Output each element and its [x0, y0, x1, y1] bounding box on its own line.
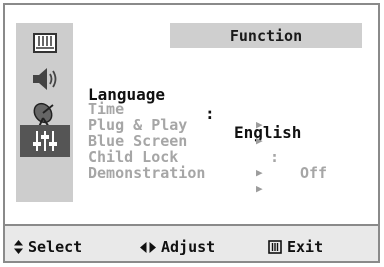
select-hint-label: Select: [28, 238, 83, 256]
blue-screen-value: Off: [300, 164, 328, 182]
picture-menu-tab[interactable]: [20, 27, 70, 59]
submenu-arrow-icon: ▶: [256, 182, 263, 195]
menu-item-plug-and-play[interactable]: Plug & Play ▶: [88, 101, 358, 147]
left-right-arrow-icon: [140, 241, 156, 253]
adjust-hint-label: Adjust: [161, 238, 216, 256]
up-down-arrow-icon: [14, 240, 23, 254]
menu-item-demonstration[interactable]: Demonstration ▶: [88, 149, 358, 195]
exit-hint-label: Exit: [287, 238, 324, 256]
picture-icon: [33, 33, 57, 53]
function-menu-list: Language : English Time ▶ Plug & Play ▶ …: [88, 66, 358, 195]
select-hint: Select: [14, 238, 82, 256]
function-menu-tab[interactable]: [20, 125, 70, 157]
menu-item-label: Demonstration: [88, 164, 206, 182]
menu-item-child-lock[interactable]: Child Lock ▶: [88, 133, 358, 179]
sound-menu-tab[interactable]: [20, 63, 70, 95]
exit-hint: Exit: [268, 238, 323, 256]
menu-title: Function: [170, 23, 362, 48]
menu-category-rail: [16, 23, 73, 202]
function-settings-icon: [33, 131, 57, 151]
menu-button-icon: [268, 240, 282, 254]
submenu-arrow-icon: ▶: [256, 166, 263, 179]
adjust-hint: Adjust: [140, 238, 215, 256]
menu-item-time[interactable]: Time ▶: [88, 85, 358, 131]
menu-item-blue-screen[interactable]: Blue Screen : Off: [88, 117, 358, 181]
menu-item-language[interactable]: Language : English: [88, 66, 358, 142]
sound-icon: [33, 68, 57, 90]
